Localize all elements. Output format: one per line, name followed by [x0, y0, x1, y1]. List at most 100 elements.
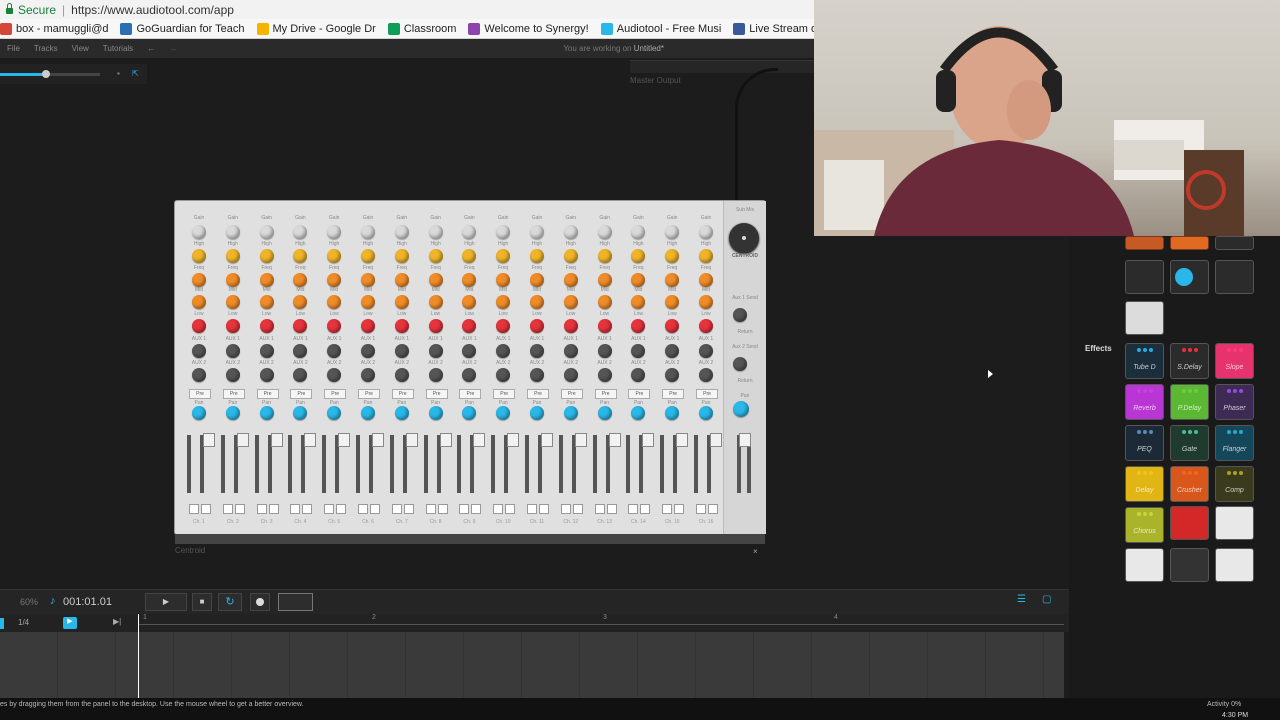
freq-knob[interactable]	[496, 273, 511, 287]
low-knob[interactable]	[293, 319, 308, 333]
device-thumb-10[interactable]	[1125, 548, 1164, 582]
pan-knob[interactable]	[327, 406, 342, 420]
mid-knob[interactable]	[293, 295, 308, 309]
menu-tracks[interactable]: Tracks	[34, 44, 58, 53]
address-bar[interactable]: Secure | https://www.audiotool.com/app	[0, 0, 814, 20]
mute-button[interactable]	[459, 504, 470, 514]
pan-knob[interactable]	[428, 406, 443, 420]
forward-arrow-icon[interactable]: →	[169, 44, 177, 53]
playhead[interactable]	[138, 614, 139, 698]
solo-button[interactable]	[201, 504, 211, 514]
freq-knob[interactable]	[665, 273, 680, 287]
aux2-knob[interactable]	[530, 368, 544, 382]
mute-button[interactable]	[290, 504, 301, 514]
pre-button[interactable]: Pre	[560, 389, 583, 399]
high-knob[interactable]	[259, 249, 274, 263]
gain-knob[interactable]	[361, 225, 375, 239]
gain-knob[interactable]	[530, 225, 544, 239]
aux1-knob[interactable]	[462, 344, 477, 358]
aux2-knob[interactable]	[665, 368, 680, 382]
low-knob[interactable]	[496, 319, 511, 333]
close-icon[interactable]: ×	[753, 547, 758, 556]
effect-device[interactable]: Gate	[1170, 425, 1209, 461]
device-thumb-3[interactable]	[1215, 236, 1254, 250]
freq-knob[interactable]	[699, 273, 713, 287]
bookmark-item[interactable]: Classroom	[387, 22, 456, 35]
freq-knob[interactable]	[563, 273, 578, 287]
bookmark-item[interactable]: box - mamuggli@d	[0, 22, 108, 35]
solo-button[interactable]	[268, 504, 279, 514]
stop-button[interactable]: ■	[192, 593, 212, 611]
high-knob[interactable]	[428, 249, 443, 263]
mid-knob[interactable]	[259, 295, 274, 309]
channel-fader[interactable]	[676, 433, 689, 447]
high-knob[interactable]	[462, 249, 477, 263]
aux1-knob[interactable]	[293, 344, 308, 358]
pre-button[interactable]: Pre	[222, 389, 245, 399]
mute-button[interactable]	[391, 504, 402, 514]
channel-fader[interactable]	[439, 433, 452, 447]
aux1-knob[interactable]	[496, 344, 511, 358]
effect-device[interactable]: Phaser	[1215, 384, 1254, 420]
folder-icon[interactable]: ▢	[1042, 594, 1051, 605]
freq-knob[interactable]	[361, 273, 375, 287]
solo-button[interactable]	[505, 504, 516, 514]
aux1-knob[interactable]	[192, 344, 206, 358]
pan-knob[interactable]	[259, 406, 274, 420]
aux2-knob[interactable]	[631, 368, 646, 382]
master-fader[interactable]	[739, 433, 751, 447]
solo-button[interactable]	[708, 504, 718, 514]
effect-device[interactable]: Crusher	[1170, 466, 1209, 502]
pan-knob[interactable]	[293, 406, 308, 420]
pre-button[interactable]: Pre	[493, 389, 516, 399]
pan-knob[interactable]	[462, 406, 477, 420]
device-thumb-11[interactable]	[1170, 548, 1209, 582]
high-knob[interactable]	[597, 249, 612, 263]
device-thumb-8[interactable]	[1170, 506, 1209, 540]
pre-button[interactable]: Pre	[425, 389, 448, 399]
bookmark-item[interactable]: My Drive - Google Dr	[256, 22, 376, 35]
gain-knob[interactable]	[597, 225, 612, 239]
pan-knob[interactable]	[597, 406, 612, 420]
aux2-knob[interactable]	[394, 368, 409, 382]
freq-knob[interactable]	[462, 273, 477, 287]
aux1-knob[interactable]	[361, 344, 375, 358]
effect-device[interactable]: Chorus	[1125, 507, 1164, 543]
high-knob[interactable]	[496, 249, 511, 263]
mute-button[interactable]	[493, 504, 504, 514]
mute-button[interactable]	[594, 504, 605, 514]
url-text[interactable]: https://www.audiotool.com/app	[71, 3, 234, 17]
low-knob[interactable]	[699, 319, 713, 333]
low-knob[interactable]	[563, 319, 578, 333]
zoom-level[interactable]: 60%	[20, 597, 38, 607]
aux2-knob[interactable]	[293, 368, 308, 382]
bookmark-item[interactable]: Audiotool - Free Musi	[600, 22, 721, 35]
pre-button[interactable]: Pre	[696, 389, 718, 399]
aux2-knob[interactable]	[327, 368, 342, 382]
pan-knob[interactable]	[563, 406, 578, 420]
high-knob[interactable]	[530, 249, 544, 263]
gain-knob[interactable]	[192, 225, 206, 239]
freq-knob[interactable]	[327, 273, 342, 287]
high-knob[interactable]	[361, 249, 375, 263]
pan-knob[interactable]	[225, 406, 240, 420]
solo-button[interactable]	[640, 504, 651, 514]
channel-fader[interactable]	[710, 433, 722, 447]
gain-knob[interactable]	[259, 225, 274, 239]
device-thumb-1[interactable]	[1125, 236, 1164, 250]
gain-knob[interactable]	[563, 225, 578, 239]
gain-knob[interactable]	[428, 225, 443, 239]
mute-button[interactable]	[560, 504, 571, 514]
channel-fader[interactable]	[304, 433, 317, 447]
aux1-knob[interactable]	[665, 344, 680, 358]
mid-knob[interactable]	[428, 295, 443, 309]
high-knob[interactable]	[563, 249, 578, 263]
gain-knob[interactable]	[327, 225, 342, 239]
freq-knob[interactable]	[293, 273, 308, 287]
mute-button[interactable]	[527, 504, 537, 514]
low-knob[interactable]	[530, 319, 544, 333]
channel-fader[interactable]	[608, 433, 621, 447]
aux1-knob[interactable]	[563, 344, 578, 358]
solo-button[interactable]	[471, 504, 482, 514]
channel-fader[interactable]	[473, 433, 486, 447]
